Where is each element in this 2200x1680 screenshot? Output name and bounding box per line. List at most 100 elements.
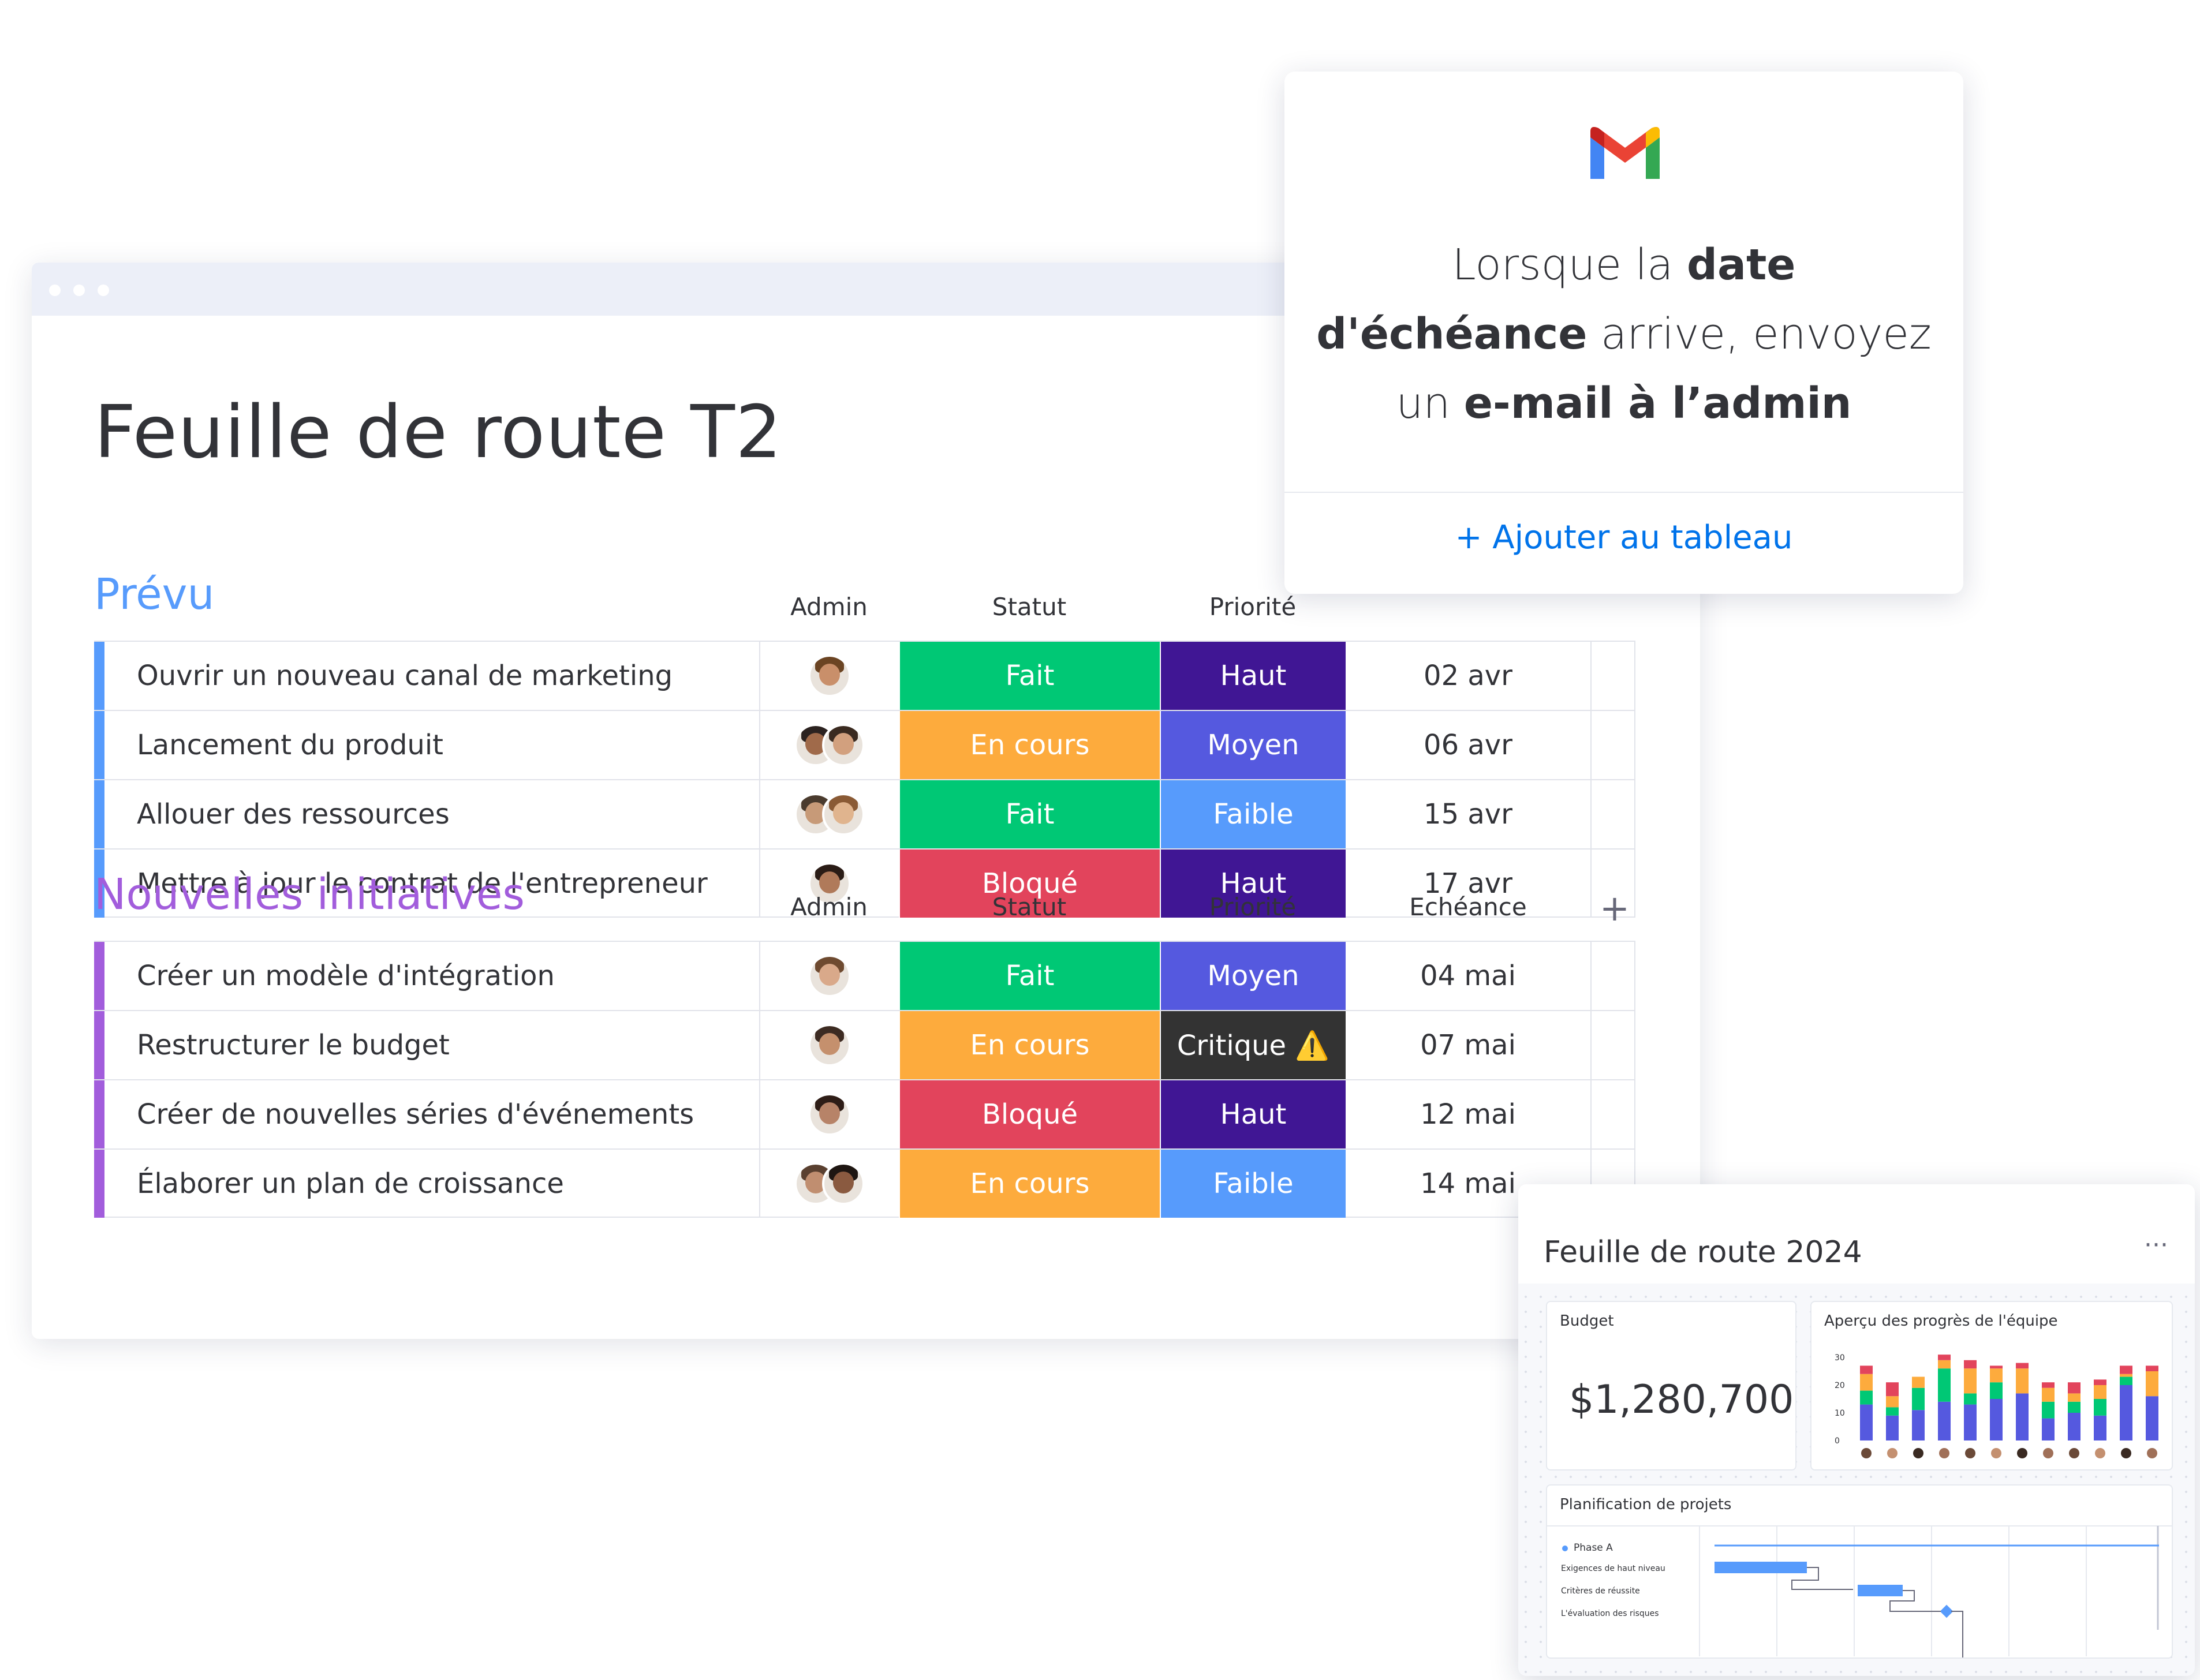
table-row[interactable]: Allouer des ressources Fait Faible 15 avr xyxy=(94,779,1635,850)
item-name[interactable]: Créer un modèle d'intégration xyxy=(104,942,759,1010)
due-date-cell[interactable]: 02 avr xyxy=(1346,642,1590,710)
avatar[interactable] xyxy=(808,1024,851,1067)
chart-bar-segment xyxy=(2120,1385,2132,1440)
chart-avatar xyxy=(1861,1448,1872,1458)
priority-cell[interactable]: Faible xyxy=(1160,780,1346,848)
dashboard-card: Feuille de route 2024 ··· Budget $1,280,… xyxy=(1518,1184,2195,1676)
admin-cell[interactable] xyxy=(759,780,899,848)
chart-bar-segment xyxy=(2042,1387,2055,1402)
avatar[interactable] xyxy=(822,793,865,836)
group-color-bar xyxy=(94,642,104,711)
avatar[interactable] xyxy=(808,955,851,997)
column-header-priority[interactable]: Priorité xyxy=(1160,593,1346,621)
chart-bar-segment xyxy=(1938,1355,1951,1360)
table-row[interactable]: Lancement du produit En cours Moyen 06 avr xyxy=(94,710,1635,780)
admin-cell[interactable] xyxy=(759,942,899,1010)
automation-text-bold: date xyxy=(1687,240,1796,290)
group-color-bar xyxy=(94,1011,104,1080)
automation-text-bold: e-mail à l’admin xyxy=(1463,379,1852,428)
admin-cell[interactable] xyxy=(759,1011,899,1079)
priority-cell[interactable]: Moyen xyxy=(1160,711,1346,779)
avatar[interactable] xyxy=(822,724,865,766)
column-header-status[interactable]: Statut xyxy=(899,893,1160,921)
column-header-priority[interactable]: Priorité xyxy=(1160,893,1346,921)
chart-bar-segment xyxy=(2146,1371,2158,1397)
due-date-cell[interactable]: 15 avr xyxy=(1346,780,1590,848)
admin-cell[interactable] xyxy=(759,1080,899,1148)
chart-bar-segment xyxy=(2068,1413,2081,1440)
chart-bar-segment xyxy=(1886,1382,1899,1397)
table-row[interactable]: Restructurer le budget En cours Critique ⚠… xyxy=(94,1010,1635,1080)
automation-card: Lorsque la date d'échéance arrive, envoy… xyxy=(1284,72,1963,594)
chart-bar-segment xyxy=(2042,1401,2055,1419)
status-cell[interactable]: En cours xyxy=(899,1011,1160,1079)
column-header-admin[interactable]: Admin xyxy=(759,593,899,621)
due-date-cell[interactable]: 06 avr xyxy=(1346,711,1590,779)
chart-bar-segment xyxy=(1938,1368,1951,1402)
empty-cell xyxy=(1590,711,1635,779)
priority-cell[interactable]: Faible xyxy=(1160,1150,1346,1218)
chart-bar-segment xyxy=(1964,1393,1977,1405)
status-cell[interactable]: Fait xyxy=(899,642,1160,710)
chart-avatar xyxy=(2043,1448,2053,1458)
chart-bar-segment xyxy=(2120,1376,2132,1385)
table-row[interactable]: Créer un modèle d'intégration Fait Moyen 04… xyxy=(94,941,1635,1011)
priority-cell[interactable]: Moyen xyxy=(1160,942,1346,1010)
item-name[interactable]: Allouer des ressources xyxy=(104,780,759,848)
status-cell[interactable]: En cours xyxy=(899,1150,1160,1218)
chart-bar-segment xyxy=(1964,1368,1977,1394)
table-row[interactable]: Élaborer un plan de croissance En cours Fa… xyxy=(94,1148,1635,1218)
y-tick-label: 0 xyxy=(1835,1436,1840,1446)
gantt-milestone xyxy=(1940,1604,1954,1618)
chart-bar-segment xyxy=(1912,1376,1925,1388)
column-header-admin[interactable]: Admin xyxy=(759,893,899,921)
window-dot xyxy=(73,285,85,296)
y-tick-label: 20 xyxy=(1835,1381,1845,1390)
chart-avatar xyxy=(1939,1448,1949,1458)
due-date-cell[interactable]: 04 mai xyxy=(1346,942,1590,1010)
more-options-icon[interactable]: ··· xyxy=(2144,1230,2168,1260)
column-header-status[interactable]: Statut xyxy=(899,593,1160,621)
priority-cell[interactable]: Haut xyxy=(1160,1080,1346,1148)
table-row[interactable]: Créer de nouvelles séries d'événements Bl… xyxy=(94,1079,1635,1150)
group-color-bar xyxy=(94,711,104,780)
empty-cell xyxy=(1590,942,1635,1010)
chart-bar-segment xyxy=(1860,1374,1873,1391)
due-date-cell[interactable]: 12 mai xyxy=(1346,1080,1590,1148)
automation-description: Lorsque la date d'échéance arrive, envoy… xyxy=(1284,230,1963,438)
due-date-cell[interactable]: 07 mai xyxy=(1346,1011,1590,1079)
priority-cell[interactable]: Critique ⚠️ xyxy=(1160,1011,1346,1079)
item-name[interactable]: Restructurer le budget xyxy=(104,1011,759,1079)
avatar[interactable] xyxy=(808,654,851,697)
status-cell[interactable]: En cours xyxy=(899,711,1160,779)
admin-cell[interactable] xyxy=(759,711,899,779)
chart-bar-segment xyxy=(1860,1390,1873,1405)
add-column-button[interactable]: + xyxy=(1592,890,1638,926)
status-cell[interactable]: Fait xyxy=(899,942,1160,1010)
column-header-due[interactable]: Echéance xyxy=(1346,893,1590,921)
add-to-board-button[interactable]: + Ajouter au tableau xyxy=(1284,519,1963,556)
window-dot xyxy=(49,285,61,296)
progress-chart: 30 20 10 0 xyxy=(1835,1353,2158,1458)
avatar[interactable] xyxy=(822,1162,865,1205)
chart-bar-segment xyxy=(2120,1374,2132,1377)
admin-cell[interactable] xyxy=(759,1150,899,1218)
item-name[interactable]: Élaborer un plan de croissance xyxy=(104,1150,759,1218)
status-cell[interactable]: Bloqué xyxy=(899,1080,1160,1148)
priority-cell[interactable]: Haut xyxy=(1160,642,1346,710)
chart-bar-segment xyxy=(1990,1365,2003,1369)
empty-cell xyxy=(1590,642,1635,710)
gantt-bar xyxy=(1858,1585,1903,1596)
item-name[interactable]: Lancement du produit xyxy=(104,711,759,779)
dashboard-title: Feuille de route 2024 xyxy=(1544,1235,1862,1270)
item-name[interactable]: Créer de nouvelles séries d'événements xyxy=(104,1080,759,1148)
empty-cell xyxy=(1590,1080,1635,1148)
avatar[interactable] xyxy=(808,1093,851,1136)
item-name[interactable]: Ouvrir un nouveau canal de marketing xyxy=(104,642,759,710)
table-row[interactable]: Ouvrir un nouveau canal de marketing Fait… xyxy=(94,641,1635,711)
status-cell[interactable]: Fait xyxy=(899,780,1160,848)
admin-cell[interactable] xyxy=(759,642,899,710)
chart-avatar xyxy=(2121,1448,2131,1458)
chart-bar-segment xyxy=(1938,1360,1951,1369)
gmail-icon xyxy=(1590,127,1660,179)
